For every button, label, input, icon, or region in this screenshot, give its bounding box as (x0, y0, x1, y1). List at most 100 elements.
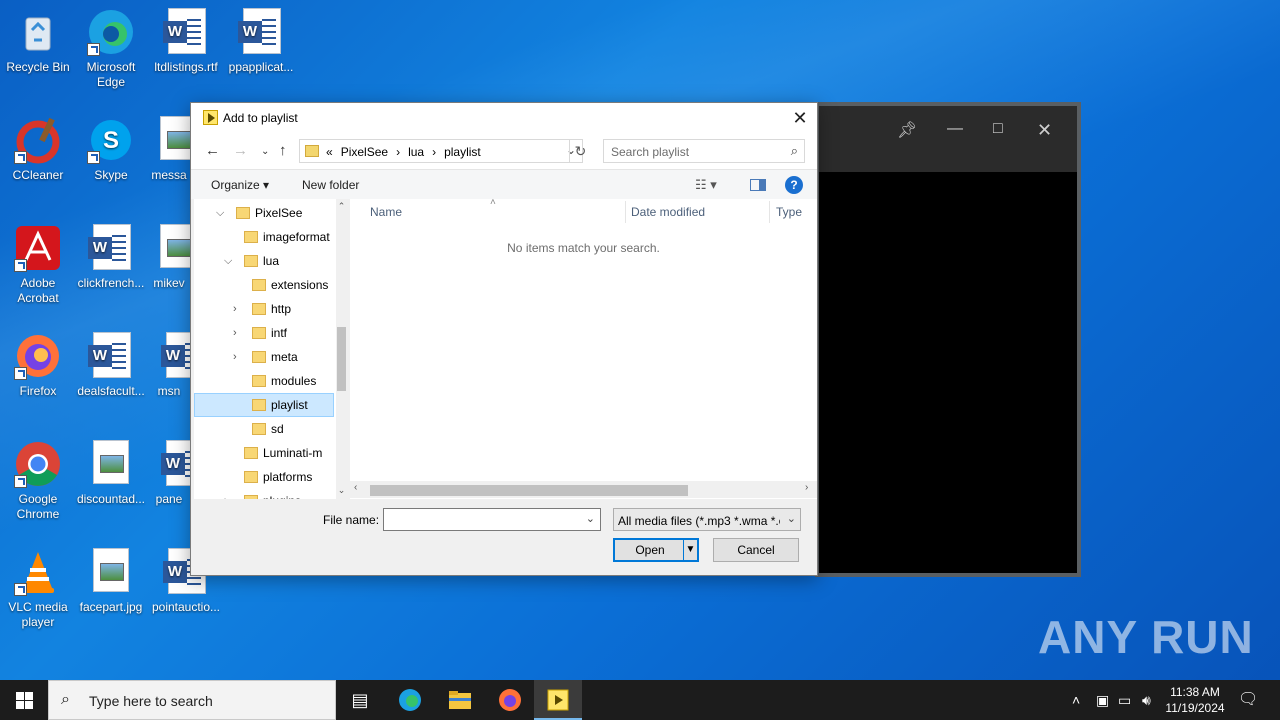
column-header-type[interactable]: Type (776, 199, 802, 225)
up-arrow-icon[interactable]: ↑ (279, 142, 287, 159)
desktop-icon-facepart[interactable]: facepart.jpg (73, 548, 149, 615)
help-icon[interactable]: ? (785, 176, 803, 194)
desktop-icon-edge[interactable]: Microsoft Edge (73, 8, 149, 90)
tree-item-intf[interactable]: › intf (194, 321, 334, 345)
close-icon[interactable]: ✕ (1037, 120, 1052, 141)
desktop-icon-mikev[interactable]: mikev (148, 224, 190, 291)
column-header-date-modified[interactable]: Date modified (631, 199, 705, 225)
sort-ascending-icon: ˄ (490, 197, 496, 208)
scroll-down-arrow-icon[interactable]: ⌄ (336, 485, 347, 496)
tree-item-sd[interactable]: sd (194, 417, 334, 441)
file-type-filter[interactable]: All media files (*.mp3 *.wma *.ogg ⌄ (613, 508, 801, 531)
desktop-icon-ppapplicat[interactable]: W ppapplicat... (223, 8, 299, 75)
desktop-icon-vlc[interactable]: VLC media player (0, 548, 76, 630)
desktop-icon-dealsfacult[interactable]: W dealsfacult... (73, 332, 149, 399)
desktop-icon-firefox[interactable]: Firefox (0, 332, 76, 399)
address-bar[interactable]: «PixelSee › lua › playlist ⌄ (299, 139, 583, 163)
tree-item-imageformat[interactable]: imageformat (194, 225, 334, 249)
notifications-icon[interactable]: 🗨︎ (1238, 680, 1258, 720)
change-view-icon[interactable]: ☷ ▾ (695, 177, 717, 193)
file-list-horizontal-scrollbar[interactable]: ‹ › (350, 481, 817, 498)
desktop-icon-pane[interactable]: W pane (148, 440, 190, 507)
new-folder-button[interactable]: New folder (302, 178, 359, 192)
forward-arrow-icon[interactable]: → (233, 142, 248, 159)
scroll-left-arrow-icon[interactable]: ‹ (354, 482, 357, 493)
desktop-icon-messa[interactable]: messa (148, 116, 190, 183)
file-list[interactable]: Name ˄ Date modified Type No items match… (350, 197, 817, 499)
scroll-right-arrow-icon[interactable]: › (805, 482, 808, 493)
folder-icon (236, 207, 250, 219)
tree-item-lua[interactable]: ⌵ lua (194, 249, 334, 273)
firefox-taskbar-icon[interactable] (486, 680, 534, 720)
edge-taskbar-icon[interactable] (386, 680, 434, 720)
task-view-icon[interactable]: ▤ (336, 680, 384, 720)
desktop-icon-ccleaner[interactable]: CCleaner (0, 116, 76, 183)
chevron-right-icon[interactable]: › (233, 345, 237, 369)
breadcrumb-overflow[interactable]: « (326, 145, 333, 159)
search-box[interactable]: Search playlist ⌕ (603, 139, 805, 163)
network-icon[interactable]: ▭ (1118, 680, 1131, 720)
breadcrumb-playlist[interactable]: playlist (444, 145, 481, 159)
close-icon[interactable]: ✕ (789, 107, 811, 129)
tree-item-extensions[interactable]: extensions (194, 273, 334, 297)
column-separator[interactable] (625, 201, 626, 223)
desktop-icon-skype[interactable]: S Skype (73, 116, 149, 183)
file-name-input[interactable]: ⌄ (383, 508, 601, 531)
desktop-icon-recycle-bin[interactable]: Recycle Bin (0, 8, 76, 75)
start-button[interactable] (0, 680, 48, 720)
chevron-down-icon[interactable]: ⌵ (216, 201, 224, 225)
vlc-taskbar-icon[interactable] (534, 680, 582, 720)
desktop-icon-chrome[interactable]: Google Chrome (0, 440, 76, 522)
pin-icon[interactable]: 📌︎ (897, 120, 917, 140)
preview-pane-icon[interactable] (750, 179, 766, 191)
file-explorer-icon[interactable] (436, 680, 484, 720)
breadcrumb-pixelsee[interactable]: PixelSee (341, 145, 388, 159)
open-options-dropdown-icon[interactable]: ▼ (683, 540, 697, 560)
chevron-down-icon[interactable]: ⌄ (787, 512, 796, 525)
desktop-icon-clickfrench[interactable]: W clickfrench... (73, 224, 149, 291)
chevron-down-icon[interactable]: ⌵ (224, 249, 232, 273)
tree-item-platforms[interactable]: platforms (194, 465, 334, 489)
scrollbar-thumb[interactable] (337, 327, 346, 391)
recent-locations-chevron-icon[interactable]: ⌄ (261, 146, 269, 157)
maximize-icon[interactable]: □ (993, 120, 1003, 138)
chevron-right-icon[interactable]: › (233, 321, 237, 345)
tree-item-modules[interactable]: modules (194, 369, 334, 393)
tree-item-playlist[interactable]: playlist (194, 393, 334, 417)
back-arrow-icon[interactable]: ← (205, 142, 220, 159)
scroll-up-arrow-icon[interactable]: ⌃ (336, 201, 347, 212)
desktop-icon-discountad[interactable]: discountad... (73, 440, 149, 507)
chevron-right-icon[interactable]: › (224, 489, 228, 499)
chevron-right-icon[interactable]: › (233, 297, 237, 321)
desktop-icon-ltdlistings[interactable]: W ltdlistings.rtf (148, 8, 224, 75)
cancel-button[interactable]: Cancel (713, 538, 799, 562)
system-clock[interactable]: 11:38 AM 11/19/2024 (1158, 684, 1232, 716)
volume-icon[interactable]: 🔊︎ (1142, 680, 1151, 720)
organize-button[interactable]: Organize ▾ (211, 178, 269, 192)
column-separator[interactable] (769, 201, 770, 223)
scrollbar-thumb[interactable] (370, 485, 688, 496)
tree-item-meta[interactable]: › meta (194, 345, 334, 369)
tree-item-pixelsee[interactable]: ⌵ PixelSee (194, 201, 334, 225)
navigation-tree[interactable]: ⌵ PixelSee imageformat ⌵ lua extensions … (194, 199, 347, 499)
taskbar-search-box[interactable]: ⌕ Type here to search (48, 680, 336, 720)
show-hidden-icons-chevron-icon[interactable]: ˄ (1072, 680, 1080, 720)
tree-vertical-scrollbar[interactable]: ⌃ ⌄ (336, 199, 347, 499)
column-header-name[interactable]: Name (370, 199, 402, 225)
vlc-background-window[interactable]: 📌︎ — □ ✕ (815, 102, 1081, 577)
chevron-down-icon[interactable]: ⌄ (586, 512, 595, 525)
dialog-title-bar[interactable]: Add to playlist ✕ (191, 103, 817, 133)
add-to-playlist-dialog[interactable]: Add to playlist ✕ ← → ⌄ ↑ « PixelSee › lua ›… (190, 102, 818, 576)
vlc-title-bar[interactable]: 📌︎ — □ ✕ (819, 106, 1077, 172)
desktop-icon-msn[interactable]: W msn (148, 332, 190, 399)
tree-item-luminati[interactable]: Luminati-m (194, 441, 334, 465)
tree-item-http[interactable]: › http (194, 297, 334, 321)
tree-item-plugins[interactable]: › plugins (194, 489, 334, 499)
refresh-icon[interactable]: ↻ (569, 140, 591, 162)
device-icon[interactable]: ▣ (1096, 680, 1109, 720)
folder-icon (252, 423, 266, 435)
breadcrumb-lua[interactable]: lua (408, 145, 424, 159)
desktop-icon-acrobat[interactable]: Adobe Acrobat (0, 224, 76, 306)
minimize-icon[interactable]: — (947, 120, 963, 138)
open-button[interactable]: Open ▼ (613, 538, 699, 562)
